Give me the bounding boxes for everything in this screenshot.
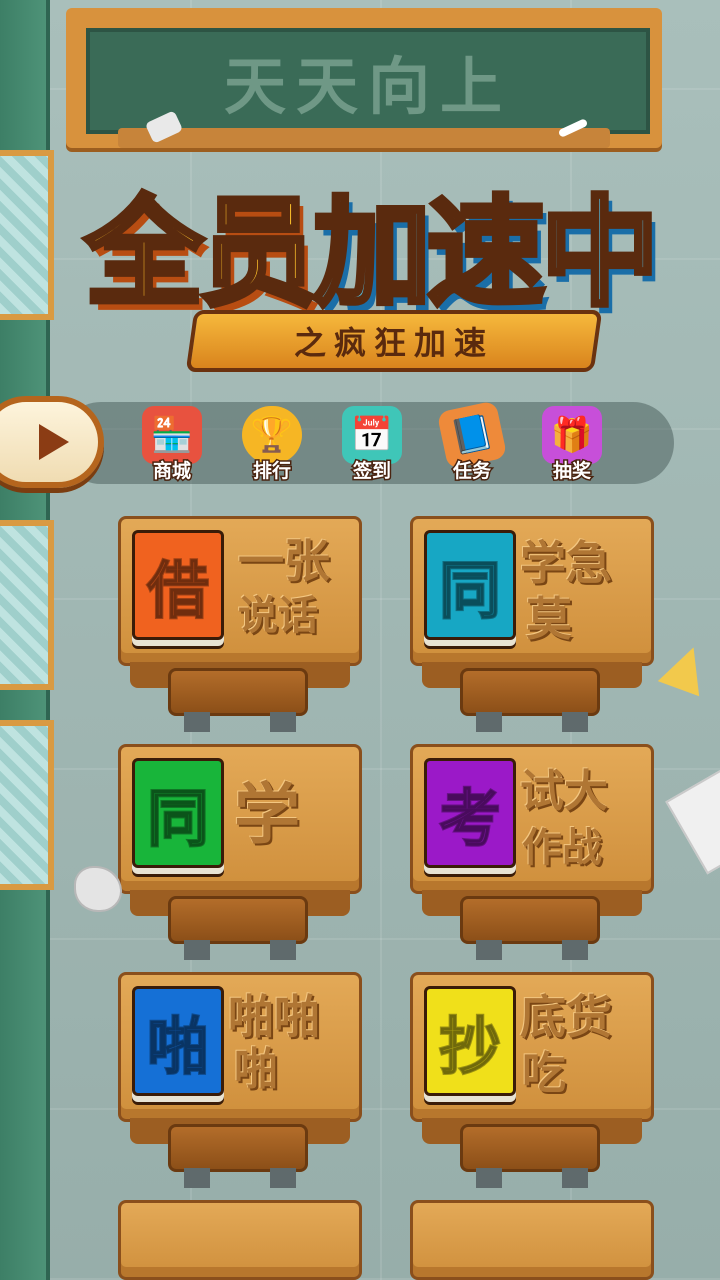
carved-text-line1: 一张 [238, 534, 330, 588]
chair-leg [562, 940, 588, 960]
book-char: 借 [146, 553, 210, 628]
carved-text-line2: 吃 [522, 1048, 566, 1099]
chair [460, 896, 600, 944]
logo-subtitle-ribbon: 之疯狂加速 [185, 310, 603, 372]
chair [168, 896, 308, 944]
level-desk-2[interactable]: 同 学急 莫 [410, 516, 654, 732]
level-book: 啪 [132, 986, 224, 1096]
window-2 [0, 520, 54, 690]
carved-text-line2: 啪 [234, 1044, 278, 1095]
task-label: 任务 [451, 459, 492, 484]
ranking-button[interactable]: 🏆 排行 [234, 406, 310, 484]
chair [168, 1124, 308, 1172]
logo-title: 全员 加速中 [40, 152, 700, 332]
book-char: 抄 [438, 1009, 502, 1084]
logo-subtitle: 之疯狂加速 [293, 324, 494, 362]
chair-leg [184, 940, 210, 960]
shop-button[interactable]: 🏪 商城 [134, 406, 210, 484]
chair-leg [270, 940, 296, 960]
chair-leg [476, 1168, 502, 1188]
book-char: 同 [438, 553, 502, 628]
play-icon [39, 424, 69, 460]
level-book: 同 [424, 530, 516, 640]
chair [168, 668, 308, 716]
chair-leg [476, 940, 502, 960]
chair-leg [562, 1168, 588, 1188]
carved-text-line1: 底货 [520, 990, 612, 1044]
ranking-label: 排行 [251, 459, 292, 484]
checkin-button[interactable]: 📅 签到 [334, 406, 410, 484]
carved-text-line1: 学急 [520, 536, 612, 590]
level-desk-4[interactable]: 考 试大 作战 [410, 744, 654, 960]
chair [460, 1124, 600, 1172]
carved-text-line2: 莫 [526, 592, 572, 646]
book-char: 同 [146, 781, 210, 856]
level-book: 抄 [424, 986, 516, 1096]
level-desk-6[interactable]: 抄 底货 吃 [410, 972, 654, 1188]
level-book: 考 [424, 758, 516, 868]
logo-title-part1: 全员 [82, 181, 319, 324]
carved-text-line1: 试大 [520, 766, 608, 817]
checkin-label: 签到 [351, 459, 392, 484]
blackboard-text: 天天向上 [223, 50, 512, 123]
carved-text-line1: 啪啪 [228, 990, 320, 1044]
game-logo: 全员 加速中 之疯狂加速 [40, 152, 700, 372]
chair-leg [270, 712, 296, 732]
shop-label: 商城 [151, 459, 192, 484]
partial-desk-right [410, 1200, 654, 1280]
chair-leg [562, 712, 588, 732]
carved-text-line2: 作战 [522, 825, 602, 871]
chalk-ledge [118, 128, 610, 148]
level-desk-1[interactable]: 借 一张 说话 [118, 516, 362, 732]
chair-leg [184, 712, 210, 732]
chair-leg [476, 712, 502, 732]
level-desk-3[interactable]: 同 学 [118, 744, 362, 960]
chair-leg [270, 1168, 296, 1188]
chair-leg [184, 1168, 210, 1188]
lottery-button[interactable]: 🎁 抽奖 [534, 406, 610, 484]
carved-text-line1: 学 [234, 776, 300, 853]
window-3 [0, 720, 54, 890]
lottery-label: 抽奖 [551, 459, 592, 484]
carved-text-line2: 说话 [238, 593, 318, 639]
partial-desk-left [118, 1200, 362, 1280]
play-button[interactable] [0, 396, 104, 488]
logo-title-part3: 中 [538, 181, 661, 324]
level-book: 同 [132, 758, 224, 868]
chair [460, 668, 600, 716]
level-desk-5[interactable]: 啪 啪啪 啪 [118, 972, 362, 1188]
level-book: 借 [132, 530, 224, 640]
book-char: 考 [438, 781, 502, 856]
task-button[interactable]: 📘 任务 [434, 400, 510, 484]
book-char: 啪 [146, 1009, 210, 1084]
logo-title-part2: 加速 [310, 181, 547, 324]
